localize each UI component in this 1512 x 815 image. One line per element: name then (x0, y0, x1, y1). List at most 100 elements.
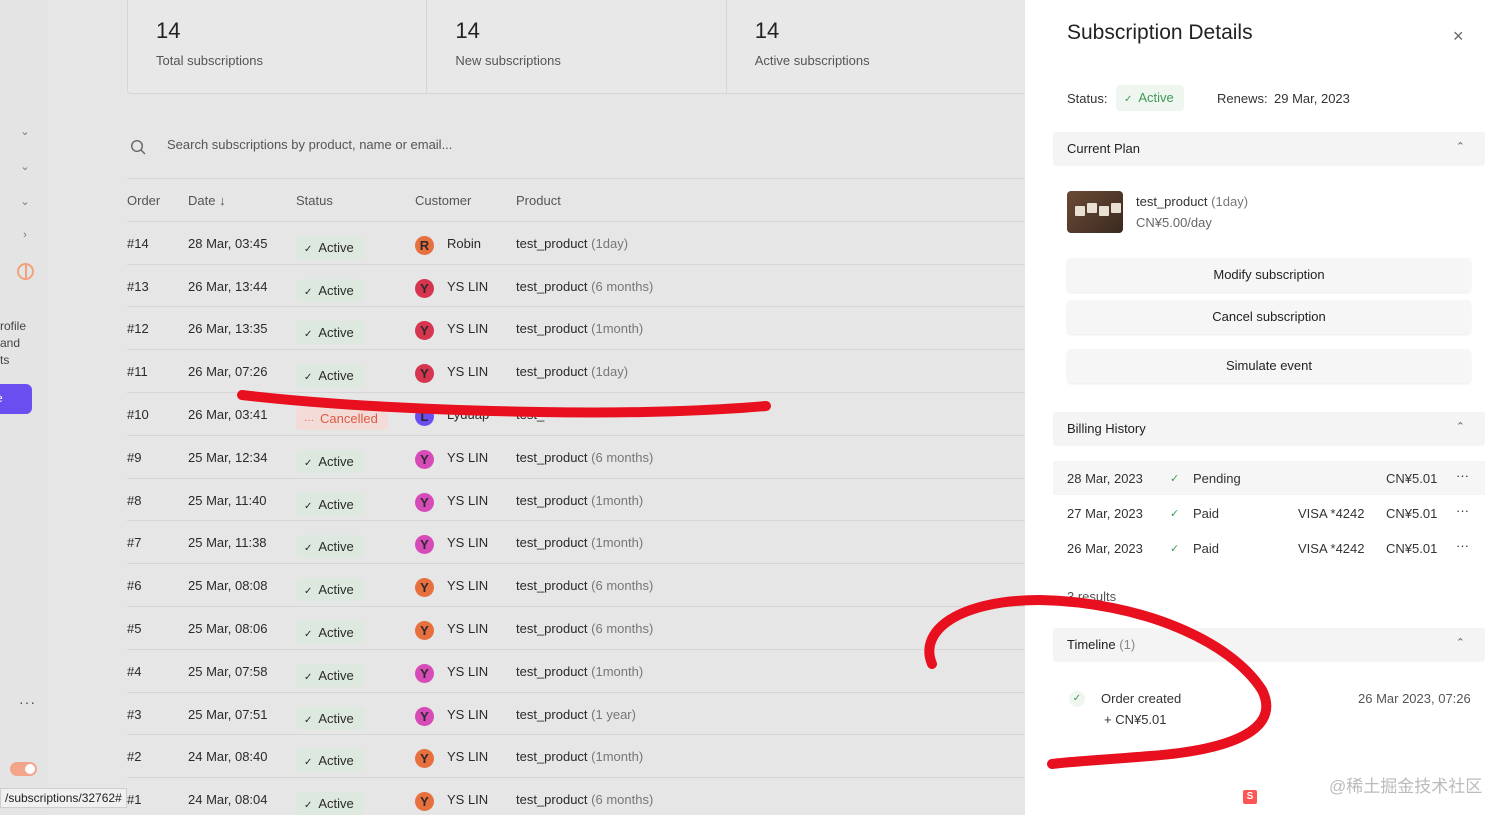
order-id: #6 (127, 578, 142, 594)
product-variant: (6 months) (591, 792, 654, 808)
simulate-event-button[interactable]: Simulate event (1067, 349, 1471, 383)
customer-name[interactable]: YS LIN (447, 364, 488, 379)
search-input[interactable] (167, 137, 767, 152)
table-row[interactable]: #4 25 Mar, 07:58 ✓ Active Y YS LIN test_produc… (127, 650, 1027, 693)
product-name: test_product (1month) (516, 664, 643, 679)
billing-history-header[interactable]: Billing History ⌃ (1053, 412, 1485, 446)
product-variant: (6 months) (591, 620, 654, 636)
customer-name[interactable]: YS LIN (447, 664, 488, 679)
status-text: Active (318, 496, 354, 512)
theme-icon[interactable] (17, 263, 34, 280)
customer-name[interactable]: YS LIN (447, 535, 488, 550)
table-row[interactable]: #8 25 Mar, 11:40 ✓ Active Y YS LIN test_produc… (127, 479, 1027, 522)
watermark: @稀土掘金技术社区 (1329, 777, 1483, 796)
customer-name[interactable]: YS LIN (447, 621, 488, 636)
cancel-subscription-button[interactable]: Cancel subscription (1067, 300, 1471, 334)
check-icon: ✓ (304, 757, 313, 769)
sidebar-action-button[interactable]: e (0, 384, 32, 414)
table-row[interactable]: #1 24 Mar, 08:04 ✓ Active Y YS LIN test_produc… (127, 778, 1027, 815)
modify-subscription-button[interactable]: Modify subscription (1067, 258, 1471, 292)
order-id: #3 (127, 706, 142, 722)
plan-name: test_product (1day) (1136, 194, 1248, 209)
table-row[interactable]: #13 26 Mar, 13:44 ✓ Active Y YS LIN test_produ… (127, 265, 1027, 308)
close-icon[interactable]: × (1453, 26, 1464, 47)
extension-icon: S (1243, 790, 1257, 804)
table-row[interactable]: #6 25 Mar, 08:08 ✓ Active Y YS LIN test_produc… (127, 564, 1027, 607)
plan-product: test_product (1136, 194, 1208, 209)
col-product[interactable]: Product (516, 193, 561, 208)
avatar: Y (415, 449, 434, 469)
timeline-amount: + CN¥5.01 (1104, 712, 1167, 727)
chevron-down-icon[interactable]: ⌄ (18, 195, 32, 209)
order-date: 25 Mar, 07:51 (188, 706, 268, 722)
table-row[interactable]: #12 26 Mar, 13:35 ✓ Active Y YS LIN test_produ… (127, 307, 1027, 351)
chevron-up-icon[interactable]: ⌃ (1456, 636, 1465, 649)
renews-value: 29 Mar, 2023 (1274, 91, 1350, 106)
status-badge: ✓ Active (296, 663, 364, 687)
product-base: test_product (516, 578, 588, 594)
sidebar-toggle[interactable] (10, 762, 37, 776)
product-name: test_product (6 months) (516, 450, 653, 465)
col-customer[interactable]: Customer (415, 193, 471, 208)
col-date[interactable]: Date ↓ (188, 193, 226, 208)
customer-name[interactable]: YS LIN (447, 279, 488, 294)
product-name: test_product (1month) (516, 749, 643, 764)
billing-status: Pending (1193, 471, 1241, 486)
table-row[interactable]: #3 25 Mar, 07:51 ✓ Active Y YS LIN test_produc… (127, 693, 1027, 736)
chevron-up-icon[interactable]: ⌃ (1456, 140, 1465, 153)
status-text: Active (318, 582, 354, 598)
billing-row[interactable]: 27 Mar, 2023 ✓ Paid VISA *4242 CN¥5.01 ·… (1053, 496, 1485, 530)
stat-active: 14 Active subscriptions (727, 0, 1026, 93)
product-variant: (1day) (591, 235, 629, 251)
timeline-count: (1) (1119, 637, 1136, 652)
chevron-down-icon[interactable]: ⌄ (18, 160, 32, 174)
timeline-header[interactable]: Timeline (1) ⌃ (1053, 628, 1485, 662)
order-date: 24 Mar, 08:40 (188, 749, 268, 765)
check-icon: ✓ (1170, 543, 1180, 555)
customer-name[interactable]: YS LIN (447, 749, 488, 764)
table-row[interactable]: #11 26 Mar, 07:26 ✓ Active Y YS LIN test_produ… (127, 350, 1027, 393)
more-icon[interactable]: ··· (1456, 468, 1469, 483)
billing-amount: CN¥5.01 (1386, 506, 1438, 521)
status-badge: ✓ Active (296, 535, 364, 559)
customer-name[interactable]: YS LIN (447, 792, 488, 807)
customer-name[interactable]: YS LIN (447, 450, 488, 465)
more-icon[interactable]: ··· (19, 694, 36, 710)
customer-name[interactable]: YS LIN (447, 493, 488, 508)
table-row[interactable]: #10 26 Mar, 03:41 ··· Cancelled L Lyduap test_ (127, 393, 1027, 436)
table-row[interactable]: #5 25 Mar, 08:06 ✓ Active Y YS LIN test_produc… (127, 607, 1027, 650)
col-order[interactable]: Order (127, 193, 160, 208)
product-base: test_product (516, 492, 588, 508)
stat-label: Total subscriptions (156, 53, 263, 68)
table-row[interactable]: #2 24 Mar, 08:40 ✓ Active Y YS LIN test_produc… (127, 735, 1027, 779)
billing-row[interactable]: 28 Mar, 2023 ✓ Pending CN¥5.01 ··· (1053, 461, 1485, 495)
more-icon[interactable]: ··· (1456, 503, 1469, 518)
customer-name[interactable]: YS LIN (447, 578, 488, 593)
order-id: #9 (127, 449, 142, 465)
avatar: Y (415, 792, 434, 812)
customer-name[interactable]: Lyduap (447, 407, 489, 422)
customer-name[interactable]: Robin (447, 236, 481, 251)
current-plan-header[interactable]: Current Plan ⌃ (1053, 132, 1485, 166)
more-icon[interactable]: ··· (1456, 538, 1469, 553)
customer-name[interactable]: YS LIN (447, 321, 488, 336)
url-tooltip: /subscriptions/32762# (0, 788, 127, 808)
status-text: Active (318, 368, 354, 384)
table-row[interactable]: #9 25 Mar, 12:34 ✓ Active Y YS LIN test_produc… (127, 436, 1027, 479)
customer-name[interactable]: YS LIN (447, 707, 488, 722)
col-status[interactable]: Status (296, 193, 333, 208)
chevron-down-icon[interactable]: ⌄ (18, 125, 32, 139)
check-icon: ✓ (304, 286, 313, 298)
status-badge: ··· Cancelled (296, 406, 388, 430)
chevron-right-icon[interactable]: › (18, 229, 32, 243)
order-id: #11 (127, 364, 148, 380)
chevron-up-icon[interactable]: ⌃ (1456, 420, 1465, 433)
billing-amount: CN¥5.01 (1386, 541, 1438, 556)
table-row[interactable]: #7 25 Mar, 11:38 ✓ Active Y YS LIN test_produc… (127, 521, 1027, 565)
status-text: Active (318, 796, 354, 812)
billing-row[interactable]: 26 Mar, 2023 ✓ Paid VISA *4242 CN¥5.01 ·… (1053, 531, 1485, 565)
avatar: Y (415, 620, 434, 640)
order-id: #2 (127, 749, 142, 765)
order-id: #13 (127, 278, 149, 294)
table-row[interactable]: #14 28 Mar, 03:45 ✓ Active R Robin test_produc… (127, 222, 1027, 265)
